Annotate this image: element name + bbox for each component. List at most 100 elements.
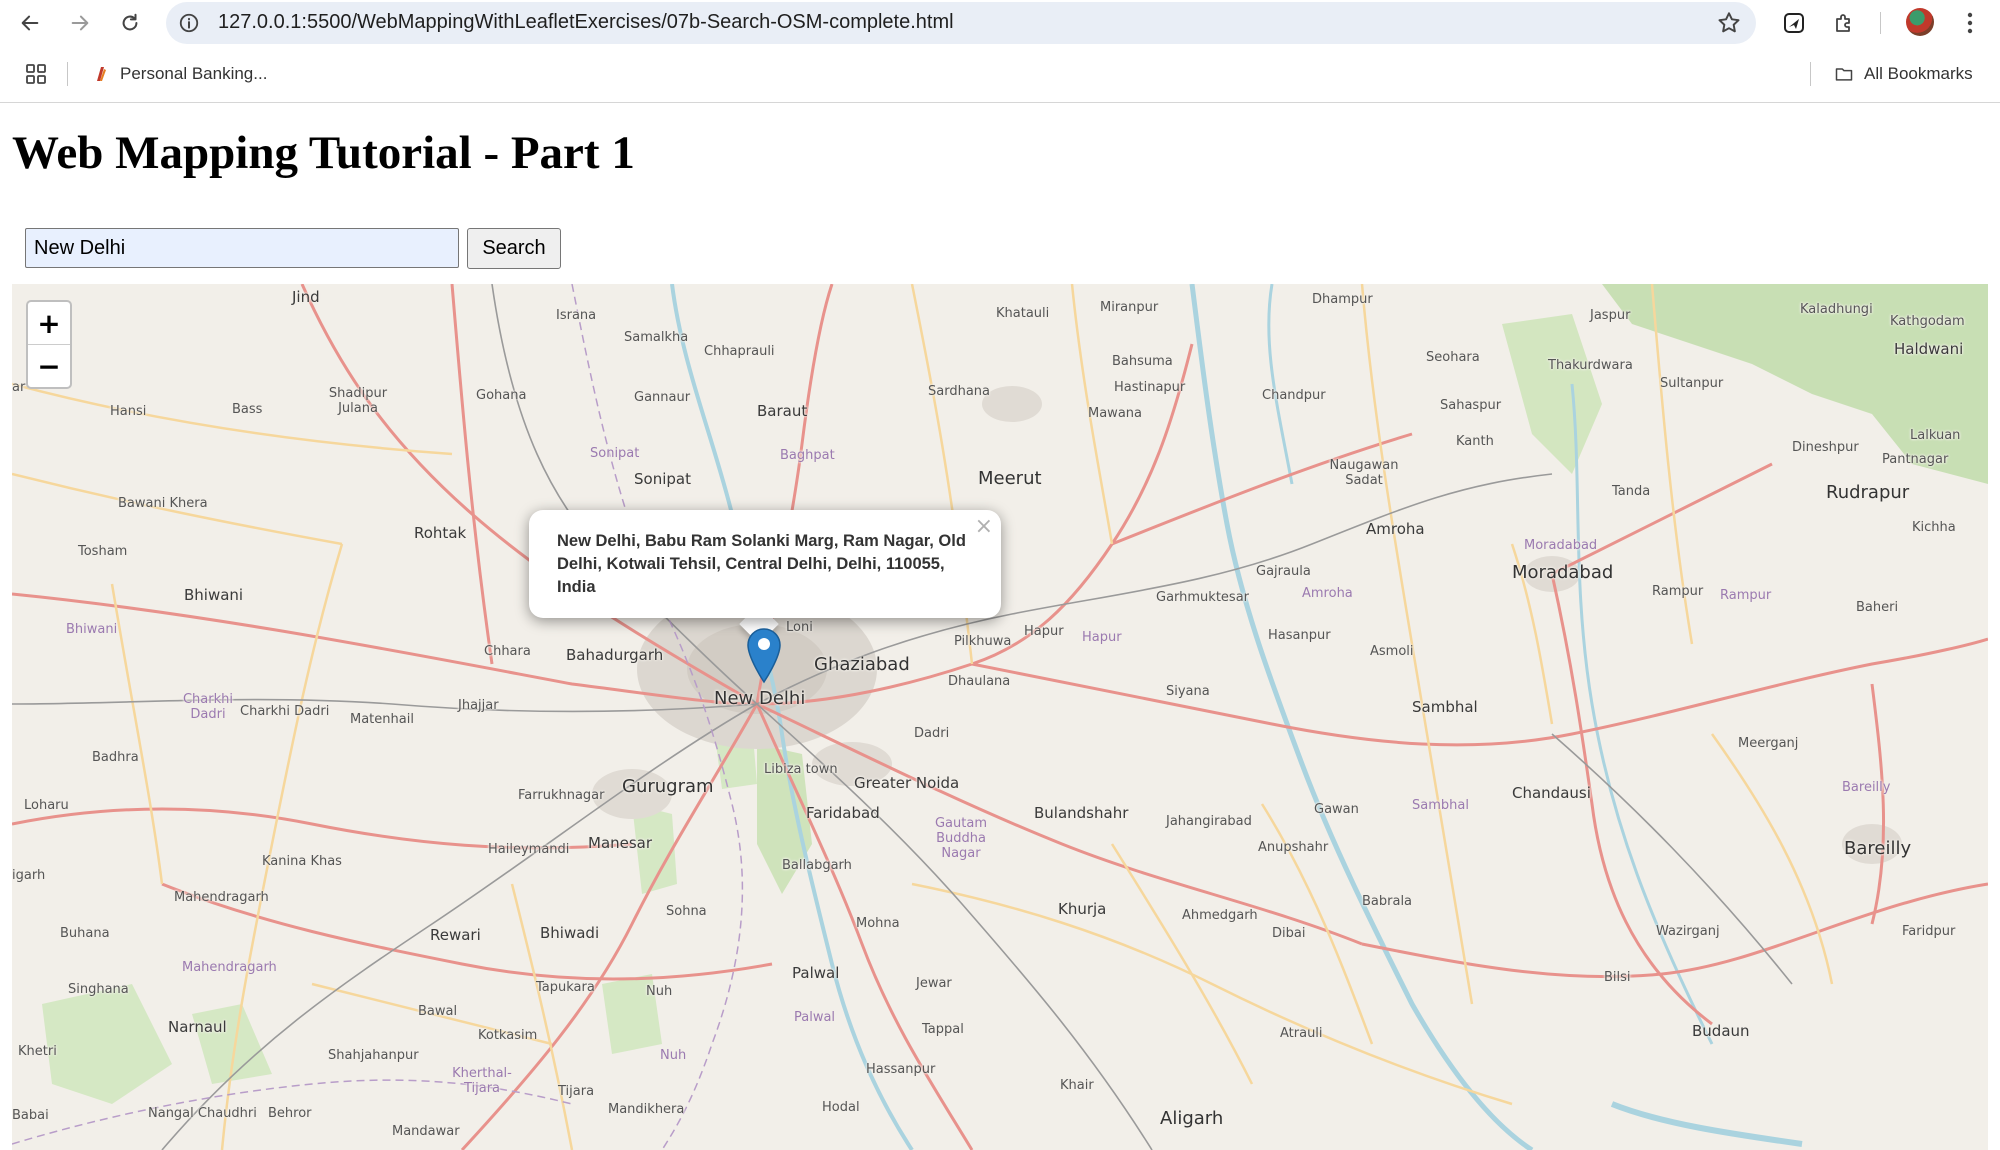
map-label: Tijara [558,1084,595,1099]
map-label: igarh [12,868,46,883]
map-label: Moradabad [1512,562,1614,583]
extension-send-button[interactable] [1779,8,1809,38]
map[interactable]: Jind Israna Samalkha Chhaprauli Khatauli… [12,284,1988,1150]
map-label: Gautam Buddha Nagar [934,816,987,861]
map-label: Sardhana [928,384,990,399]
map-label: Khatauli [996,306,1050,321]
map-label: Hansi [110,404,147,419]
puzzle-icon [1836,14,1850,32]
map-label: Baghpat [780,448,835,463]
map-label: Dineshpur [1792,440,1859,455]
map-label: Gawan [1314,802,1359,817]
map-label: Baraut [757,402,808,420]
map-label: Chandausi [1512,784,1591,802]
map-label: Faridpur [1902,924,1956,939]
all-bookmarks-button[interactable]: All Bookmarks [1834,60,1973,88]
map-label: Khair [1060,1078,1094,1093]
map-label: Haldwani [1894,340,1964,358]
bookmarks-divider [1810,62,1811,86]
map-label: Amroha [1366,520,1425,538]
map-label: Palwal [794,1010,836,1025]
map-label: Rudrapur [1826,482,1910,503]
map-label: Narnaul [168,1018,227,1036]
page-title: Web Mapping Tutorial - Part 1 [12,127,635,179]
map-label: Hasanpur [1268,628,1331,643]
map-label: Farrukhnagar [518,788,605,803]
profile-avatar[interactable] [1906,8,1934,36]
map-label: Tanda [1612,484,1651,499]
map-label: Miranpur [1100,300,1159,315]
map-label: Shahjahanpur [328,1048,419,1063]
map-label: Mahendragarh [182,960,277,975]
map-label: Israna [556,308,597,323]
map-label: Meerut [978,468,1042,489]
toolbar-divider [1880,12,1881,34]
map-label: Nuh [646,984,673,999]
map-label: ar [12,380,26,395]
map-label: Jind [292,288,320,306]
map-label: Bilsi [1604,970,1631,985]
map-label: Ballabgarh [782,858,852,873]
map-label: Dadri [914,726,950,741]
map-label: Palwal [792,964,840,982]
map-label: Sonipat [634,470,691,488]
map-label: Tosham [78,544,128,559]
map-label: Bahsuma [1112,354,1173,369]
bookmark-star-icon[interactable] [1716,10,1742,36]
forward-button[interactable] [62,6,98,40]
map-label: Kotkasim [478,1028,538,1043]
map-label: Behror [268,1106,312,1121]
bookmarks-bar: Personal Banking... All Bookmarks [0,46,2000,103]
map-label: Budaun [1692,1022,1750,1040]
map-label: Chhara [484,644,531,659]
map-label: Hassanpur [866,1062,936,1077]
more-menu-icon[interactable] [1958,8,1982,38]
map-label: Charkhi Dadri [182,692,233,722]
map-label: Dibai [1272,926,1306,941]
map-label: Badhra [92,750,139,765]
map-label: Jaspur [1590,308,1631,323]
folder-icon [1835,68,1853,81]
map-label: New Delhi [714,688,806,709]
map-label: Baheri [1856,600,1899,615]
reload-icon [122,13,138,31]
apps-grid-icon[interactable] [24,62,48,86]
map-label: Mohna [856,916,900,931]
arrow-left-icon [21,15,39,31]
map-label: Mandawar [392,1124,460,1139]
map-label: Bahadurgarh [566,646,664,664]
map-label: Moradabad [1524,538,1598,553]
map-label: Gannaur [634,390,691,405]
map-label: Siyana [1166,684,1210,699]
map-label: Haileymandi [488,842,570,857]
map-label: Kichha [1912,520,1956,535]
map-label: Rohtak [414,524,467,542]
zoom-out-button[interactable]: − [28,344,70,387]
info-icon[interactable] [178,12,200,34]
url-text[interactable]: 127.0.0.1:5500/WebMappingWithLeafletExer… [218,11,954,34]
bookmark-personal-banking[interactable]: Personal Banking... [90,60,267,88]
zoom-in-button[interactable]: + [28,302,70,344]
search-input[interactable] [25,228,459,268]
map-label: Samalkha [624,330,689,345]
map-label: Kaladhungi [1800,302,1873,317]
map-label: Hodal [822,1100,860,1115]
map-label: Anupshahr [1258,840,1329,855]
address-bar[interactable]: 127.0.0.1:5500/WebMappingWithLeafletExer… [166,2,1756,44]
map-label: Thakurdwara [1548,358,1633,373]
map-label: Sahaspur [1440,398,1502,413]
map-label: Kanth [1456,434,1494,449]
map-label: Garhmuktesar [1156,590,1250,605]
map-label: Kherthal-Tijara [452,1066,512,1096]
map-label: Rampur [1720,588,1772,603]
browser-toolbar: 127.0.0.1:5500/WebMappingWithLeafletExer… [0,0,2000,46]
reload-button[interactable] [112,6,148,40]
map-marker-icon[interactable] [745,626,783,684]
map-label: Manesar [588,834,653,852]
all-bookmarks-label: All Bookmarks [1864,64,1973,83]
extensions-button[interactable] [1829,8,1859,38]
map-label: Gajraula [1256,564,1311,579]
search-button[interactable]: Search [467,228,561,269]
back-button[interactable] [12,6,48,40]
map-label: Singhana [68,982,129,997]
